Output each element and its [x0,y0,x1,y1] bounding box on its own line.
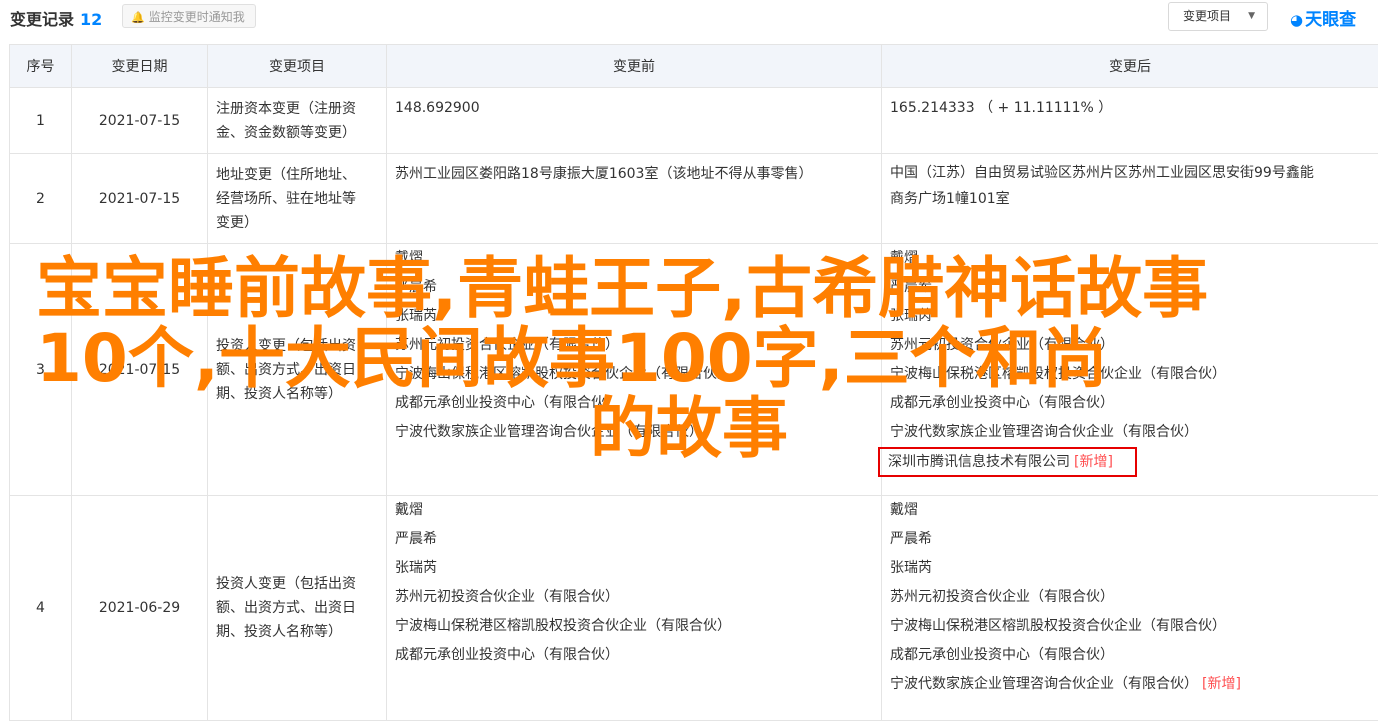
item-line: 投资人变更（包括出资 [216,337,356,354]
investor-link[interactable]: 成都元承创业投资中心（有限合伙） [890,389,1370,418]
row-date: 2021-07-15 [71,87,208,154]
investor-link[interactable]: 苏州元初投资合伙企业（有限合伙） [890,583,1370,612]
row-index: 1 [9,87,72,154]
col-header-item: 变更项目 [207,44,387,88]
investor-link[interactable]: 戴熠 [890,244,1370,273]
row-date: 2021-07-15 [71,243,208,496]
chevron-down-icon: ▼ [1248,11,1255,21]
eye-logo-icon: ◕ [1290,11,1304,29]
investor-link[interactable]: 深圳市腾讯信息技术有限公司 [888,454,1070,470]
notify-button[interactable]: 🔔 监控变更时通知我 [122,4,256,28]
row-item: 地址变更（住所地址、 经营场所、驻在地址等 变更） [207,153,387,244]
investor-link[interactable]: 苏州元初投资合伙企业（有限合伙） [395,583,873,612]
investor-link[interactable]: 张瑞芮 [890,554,1370,583]
investor-link[interactable]: 严晨希 [890,273,1370,302]
item-line: 注册资本变更（注册资 [216,100,356,117]
change-item-filter[interactable]: 变更项目 ▼ [1168,2,1268,31]
row-item: 投资人变更（包括出资 额、出资方式、出资日 期、投资人名称等） [207,243,387,496]
item-line: 地址变更（住所地址、 [216,166,356,183]
item-line: 额、出资方式、出资日 [216,600,356,616]
before-value: 苏州工业园区娄阳路18号康振大厦1603室（该地址不得从事零售） [395,166,813,182]
investor-link[interactable]: 苏州元初投资合伙企业（有限合伙） [395,331,873,360]
col-header-after: 变更后 [881,44,1378,88]
new-tag: [新增] [1074,454,1113,470]
item-line: 变更） [216,214,258,231]
row-before: 戴熠 严晨希 张瑞芮 苏州元初投资合伙企业（有限合伙） 宁波梅山保税港区榕凯股权… [386,243,882,496]
table-row: 4 2021-06-29 投资人变更（包括出资 额、出资方式、出资日 期、投资人… [9,495,1378,721]
after-value: 商务广场1幢101室 [890,191,1010,207]
investor-link[interactable]: 戴熠 [395,244,873,273]
investor-link[interactable]: 严晨希 [395,525,873,554]
row-item: 投资人变更（包括出资 额、出资方式、出资日 期、投资人名称等） [207,495,387,721]
investor-link[interactable]: 宁波梅山保税港区榕凯股权投资合伙企业（有限合伙） [890,360,1370,389]
new-investor-highlight: 深圳市腾讯信息技术有限公司 [新增] [878,447,1370,477]
item-line: 金、资金数额等变更） [216,124,356,141]
after-value: 165.214333 （ + 11.11111% ） [890,100,1113,116]
record-count: 12 [80,10,103,29]
row-index: 4 [9,495,72,721]
row-after: 165.214333 （ + 11.11111% ） [881,87,1378,154]
new-investor-line: 宁波代数家族企业管理咨询合伙企业（有限合伙） [新增] [890,670,1370,699]
row-date: 2021-07-15 [71,153,208,244]
row-index: 2 [9,153,72,244]
item-line: 期、投资人名称等） [216,385,342,402]
bell-icon: 🔔 [131,11,145,24]
section-title: 变更记录 12 [10,6,102,30]
brand-text: 天眼查 [1305,10,1357,30]
section-title-text: 变更记录 [10,10,75,29]
table-row: 2 2021-07-15 地址变更（住所地址、 经营场所、驻在地址等 变更） 苏… [9,153,1378,244]
item-line: 投资人变更（包括出资 [216,576,356,592]
investor-link[interactable]: 宁波梅山保税港区榕凯股权投资合伙企业（有限合伙） [395,360,873,389]
table-row: 1 2021-07-15 注册资本变更（注册资 金、资金数额等变更） 148.6… [9,87,1378,154]
row-after: 戴熠 严晨希 张瑞芮 苏州元初投资合伙企业（有限合伙） 宁波梅山保税港区榕凯股权… [878,243,1378,496]
col-header-before: 变更前 [386,44,882,88]
row-before: 148.692900 [386,87,882,154]
item-line: 期、投资人名称等） [216,624,342,640]
row-item: 注册资本变更（注册资 金、资金数额等变更） [207,87,387,154]
investor-link[interactable]: 宁波代数家族企业管理咨询合伙企业（有限合伙） [890,418,1370,447]
investor-link[interactable]: 严晨希 [395,273,873,302]
investor-link[interactable]: 宁波代数家族企业管理咨询合伙企业（有限合伙） [395,418,873,447]
row-after: 戴熠 严晨希 张瑞芮 苏州元初投资合伙企业（有限合伙） 宁波梅山保税港区榕凯股权… [881,495,1378,721]
row-index: 3 [9,243,72,496]
change-records-table: 序号 变更日期 变更项目 变更前 变更后 1 2021-07-15 注册资本变更… [9,44,1378,721]
investor-link[interactable]: 戴熠 [890,496,1370,525]
col-header-date: 变更日期 [71,44,208,88]
investor-link[interactable]: 宁波梅山保税港区榕凯股权投资合伙企业（有限合伙） [395,612,873,641]
investor-link[interactable]: 成都元承创业投资中心（有限合伙） [890,641,1370,670]
new-tag: [新增] [1202,676,1241,692]
table-header-row: 序号 变更日期 变更项目 变更前 变更后 [9,44,1378,88]
after-value: 中国（江苏）自由贸易试验区苏州片区苏州工业园区思安街99号鑫能 [890,165,1314,181]
investor-link[interactable]: 苏州元初投资合伙企业（有限合伙） [890,331,1370,360]
col-header-index: 序号 [9,44,72,88]
investor-link[interactable]: 张瑞芮 [890,302,1370,331]
highlight-box: 深圳市腾讯信息技术有限公司 [新增] [878,447,1137,477]
item-line: 经营场所、驻在地址等 [216,190,356,207]
notify-label: 监控变更时通知我 [148,10,245,24]
table-row: 3 2021-07-15 投资人变更（包括出资 额、出资方式、出资日 期、投资人… [9,243,1378,496]
row-date: 2021-06-29 [71,495,208,721]
item-line: 额、出资方式、出资日 [216,361,356,378]
filter-label: 变更项目 [1183,9,1232,23]
investor-link[interactable]: 张瑞芮 [395,302,873,331]
investor-link[interactable]: 宁波代数家族企业管理咨询合伙企业（有限合伙） [890,676,1198,692]
investor-link[interactable]: 戴熠 [395,496,873,525]
row-before: 苏州工业园区娄阳路18号康振大厦1603室（该地址不得从事零售） [386,153,882,244]
row-after: 中国（江苏）自由贸易试验区苏州片区苏州工业园区思安街99号鑫能 商务广场1幢10… [881,153,1378,244]
before-value: 148.692900 [395,100,480,116]
investor-link[interactable]: 成都元承创业投资中心（有限合伙） [395,641,873,670]
investor-link[interactable]: 张瑞芮 [395,554,873,583]
row-before: 戴熠 严晨希 张瑞芮 苏州元初投资合伙企业（有限合伙） 宁波梅山保税港区榕凯股权… [386,495,882,721]
top-bar: 变更记录 12 🔔 监控变更时通知我 变更项目 ▼ ◕ 天眼查 [0,0,1378,32]
investor-link[interactable]: 宁波梅山保税港区榕凯股权投资合伙企业（有限合伙） [890,612,1370,641]
investor-link[interactable]: 严晨希 [890,525,1370,554]
investor-link[interactable]: 成都元承创业投资中心（有限合伙） [395,389,873,418]
brand-logo: ◕ 天眼查 [1290,5,1356,30]
